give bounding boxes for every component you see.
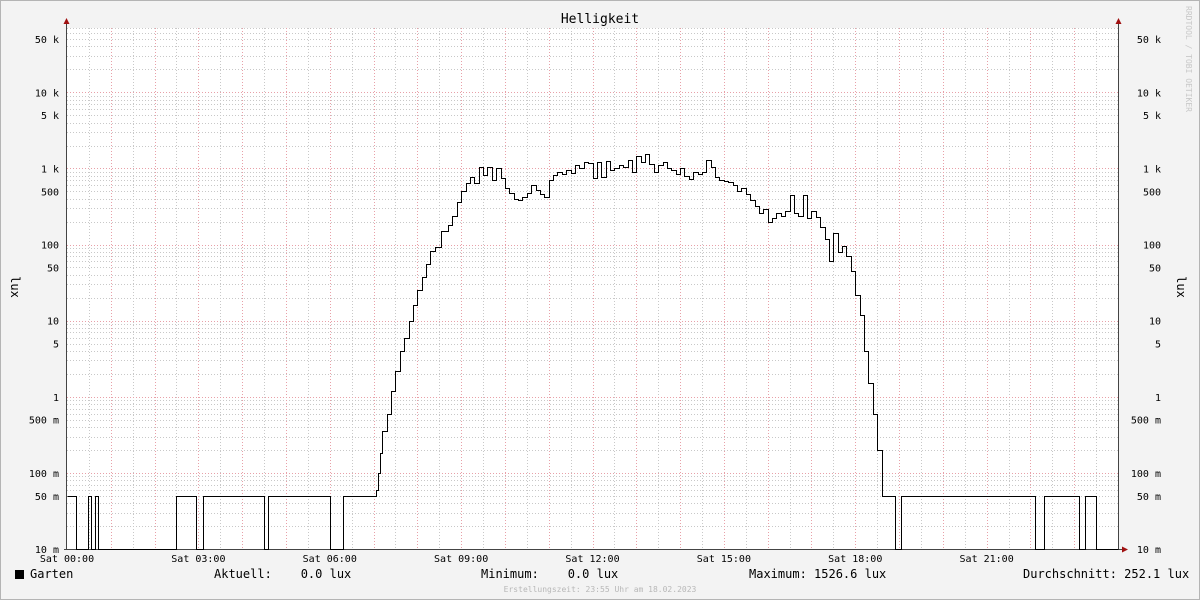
- y-tick-label-left: 50 m: [35, 492, 59, 503]
- x-tick-label: Sat 12:00: [565, 554, 619, 565]
- y-tick-label-left: 10: [47, 317, 59, 328]
- y-tick-label-right: 5: [1155, 340, 1161, 351]
- plot-canvas: [67, 28, 1118, 549]
- legend-current: Aktuell: 0.0 lux: [214, 567, 352, 581]
- rrdtool-watermark: RRDTOOL / TOBI OETIKER: [1184, 6, 1193, 112]
- y-tick-label-right: 1: [1155, 393, 1161, 404]
- x-tick-label: Sat 21:00: [960, 554, 1014, 565]
- y-axis-arrow-right: [1115, 18, 1122, 24]
- y-tick-label-left: 500: [41, 187, 59, 198]
- y-tick-label-right: 10 m: [1137, 545, 1161, 556]
- x-axis-arrow: [1122, 546, 1128, 553]
- creation-time-credit: Erstellungszeit: 23:55 Uhr am 18.02.2023: [503, 585, 697, 594]
- y-axis-label-left: lux: [8, 276, 22, 298]
- y-tick-label-left: 5: [53, 340, 59, 351]
- legend-swatch-garten: [15, 570, 24, 579]
- y-tick-label-right: 10 k: [1137, 88, 1161, 99]
- chart: 10 m 10 m50 m 50 m100 m 100 m500 m 500 m1 15 5…: [8, 12, 1188, 565]
- y-tick-label-right: 500 m: [1131, 416, 1161, 427]
- y-tick-label-right: 5 k: [1143, 111, 1161, 122]
- y-tick-label-left: 1 k: [41, 164, 59, 175]
- y-tick-label-left: 100 m: [29, 469, 59, 480]
- y-tick-label-left: 50: [47, 263, 59, 274]
- y-tick-label-left: 50 k: [35, 35, 59, 46]
- y-tick-label-right: 50 k: [1137, 35, 1161, 46]
- y-tick-label-right: 10: [1149, 317, 1161, 328]
- x-tick-label: Sat 09:00: [434, 554, 488, 565]
- y-tick-label-right: 100: [1143, 241, 1161, 252]
- y-tick-label-left: 1: [53, 393, 59, 404]
- y-tick-label-left: 5 k: [41, 111, 59, 122]
- legend-maximum: Maximum: 1526.6 lux: [749, 567, 887, 581]
- y-tick-label-right: 1 k: [1143, 164, 1161, 175]
- y-tick-label-left: 500 m: [29, 416, 59, 427]
- x-tick-label: Sat 03:00: [171, 554, 225, 565]
- x-tick-label: Sat 18:00: [828, 554, 882, 565]
- y-axis-label-right: lux: [1174, 276, 1188, 298]
- y-tick-label-left: 100: [41, 241, 59, 252]
- x-tick-label: Sat 06:00: [303, 554, 357, 565]
- y-tick-label-right: 50 m: [1137, 492, 1161, 503]
- legend-minimum: Minimum: 0.0 lux: [481, 567, 619, 581]
- x-tick-label: Sat 00:00: [40, 554, 94, 565]
- legend-average: Durchschnitt: 252.1 lux: [1023, 567, 1190, 581]
- chart-title: Helligkeit: [561, 12, 639, 27]
- y-tick-label-right: 500: [1143, 187, 1161, 198]
- y-tick-label-left: 10 k: [35, 88, 59, 99]
- y-tick-label-right: 50: [1149, 263, 1161, 274]
- y-axis-arrow-left: [63, 18, 70, 24]
- x-tick-label: Sat 15:00: [697, 554, 751, 565]
- legend-series-name: Garten: [30, 567, 74, 581]
- y-tick-label-right: 100 m: [1131, 469, 1161, 480]
